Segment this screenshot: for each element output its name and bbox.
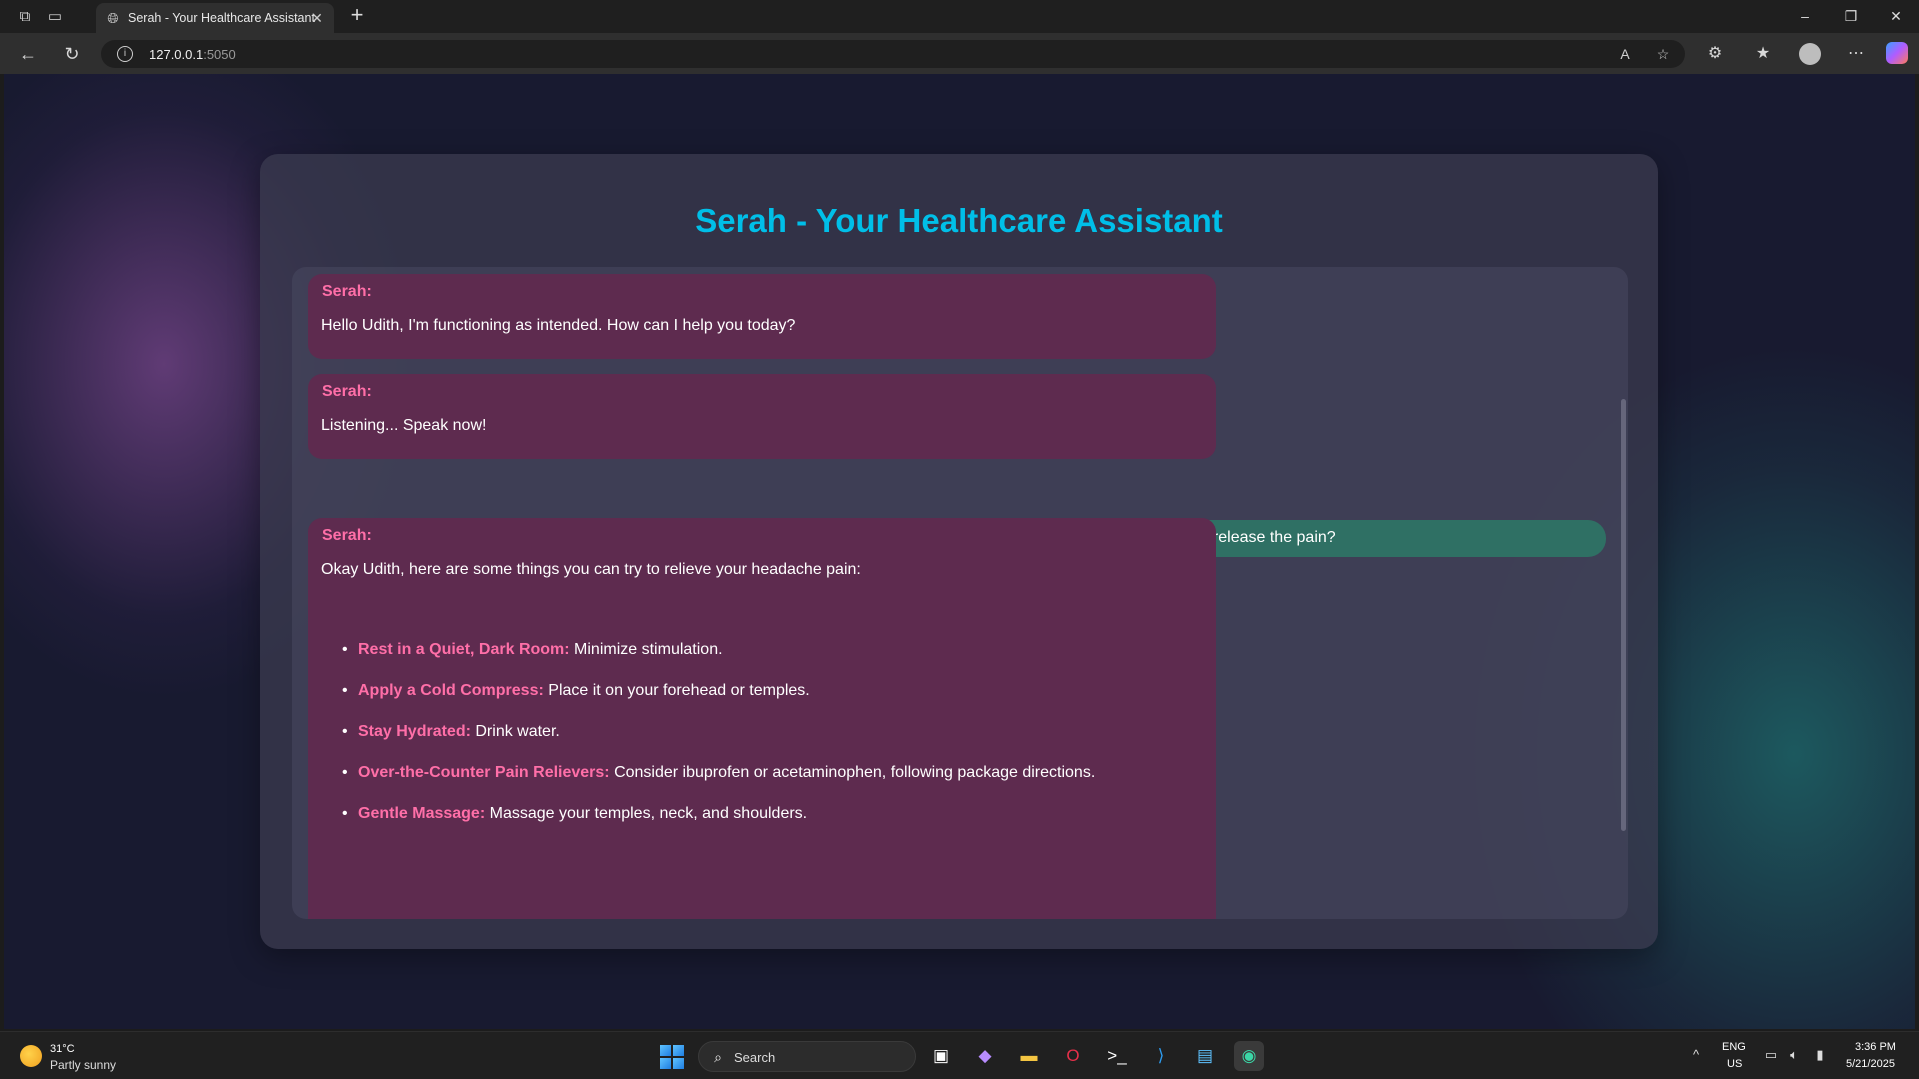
tip-body: Consider ibuprofen or acetaminophen, fol… bbox=[614, 764, 1096, 781]
browser-tab[interactable]: 🌐︎ Serah - Your Healthcare Assistant ✕ bbox=[96, 3, 334, 33]
list-item: Gentle Massage: Massage your temples, ne… bbox=[342, 805, 1095, 846]
globe-icon: 🌐︎ bbox=[107, 10, 119, 26]
profile-avatar-icon[interactable] bbox=[1799, 43, 1821, 65]
list-item: Apply a Cold Compress: Place it on your … bbox=[342, 682, 1095, 723]
extensions-icon[interactable]: ⚙ bbox=[1703, 42, 1727, 66]
assistant-card: Serah - Your Healthcare Assistant Serah:… bbox=[260, 154, 1658, 949]
search-icon: ⌕ bbox=[714, 1049, 722, 1065]
bot-sender-label: Serah: bbox=[322, 283, 372, 300]
minimize-icon[interactable]: – bbox=[1787, 4, 1823, 28]
page-viewport: Serah - Your Healthcare Assistant Serah:… bbox=[4, 74, 1915, 1029]
favorites-icon[interactable]: ★ bbox=[1751, 42, 1775, 66]
language-indicator[interactable]: ENG bbox=[1722, 1041, 1746, 1053]
network-icon[interactable]: ▭ bbox=[1762, 1046, 1780, 1064]
bot-message: Serah: Listening... Speak now! bbox=[308, 374, 1216, 459]
opera-icon[interactable]: O bbox=[1058, 1041, 1088, 1071]
volume-icon[interactable]: 🔈︎ bbox=[1785, 1046, 1803, 1064]
list-item: Stay Hydrated: Drink water. bbox=[342, 723, 1095, 764]
taskbar-search[interactable]: ⌕ Search bbox=[698, 1041, 916, 1072]
tip-body: Minimize stimulation. bbox=[574, 641, 723, 658]
tip-body: Massage your temples, neck, and shoulder… bbox=[489, 805, 808, 822]
browser-toolbar: ← ↻ i 127.0.0.1:5050 A ☆ ⚙ ★ ⋯ bbox=[0, 33, 1919, 74]
bot-message-text: Hello Udith, I'm functioning as intended… bbox=[321, 317, 796, 334]
list-item: Rest in a Quiet, Dark Room: Minimize sti… bbox=[342, 641, 1095, 682]
tab-title: Serah - Your Healthcare Assistant bbox=[128, 11, 315, 25]
url-text: 127.0.0.1:5050 bbox=[149, 47, 236, 62]
vscode-icon[interactable]: ⟩ bbox=[1146, 1041, 1176, 1071]
new-tab-icon[interactable]: + bbox=[346, 4, 368, 27]
close-tab-icon[interactable]: ✕ bbox=[308, 9, 326, 27]
read-aloud-icon[interactable]: A bbox=[1615, 44, 1635, 64]
chat-scrollbar[interactable] bbox=[1621, 399, 1626, 831]
taskbar: 31°C Partly sunny ⌕ Search ▣ ◆ ▬ O >_ ⟩ … bbox=[0, 1031, 1919, 1079]
task-view-icon[interactable]: ▣ bbox=[926, 1041, 956, 1071]
weather-description[interactable]: Partly sunny bbox=[50, 1058, 116, 1072]
clock-date[interactable]: 5/21/2025 bbox=[1846, 1058, 1895, 1070]
tip-title: Over-the-Counter Pain Relievers: bbox=[358, 764, 610, 781]
workspaces-icon[interactable]: ⧉ bbox=[14, 6, 36, 28]
site-info-icon[interactable]: i bbox=[117, 46, 133, 62]
tip-title: Stay Hydrated: bbox=[358, 723, 471, 740]
tip-title: Rest in a Quiet, Dark Room: bbox=[358, 641, 570, 658]
clock-time[interactable]: 3:36 PM bbox=[1855, 1041, 1896, 1053]
region-indicator[interactable]: US bbox=[1727, 1058, 1742, 1070]
windows-start-icon[interactable] bbox=[660, 1045, 684, 1069]
favorite-star-icon[interactable]: ☆ bbox=[1653, 44, 1673, 64]
url-port: :5050 bbox=[203, 47, 236, 62]
search-label: Search bbox=[734, 1050, 776, 1065]
tip-body: Drink water. bbox=[475, 723, 560, 740]
notepad-icon[interactable]: ▤ bbox=[1190, 1041, 1220, 1071]
weather-sun-icon[interactable] bbox=[20, 1045, 42, 1067]
bot-message: Serah: Hello Udith, I'm functioning as i… bbox=[308, 274, 1216, 359]
page-title: Serah - Your Healthcare Assistant bbox=[695, 202, 1223, 239]
terminal-icon[interactable]: >_ bbox=[1102, 1041, 1132, 1071]
file-explorer-icon[interactable]: ▬ bbox=[1014, 1041, 1044, 1071]
show-hidden-icons-icon[interactable]: ^ bbox=[1687, 1046, 1705, 1064]
tip-title: Apply a Cold Compress: bbox=[358, 682, 544, 699]
refresh-icon[interactable]: ↻ bbox=[60, 42, 84, 66]
tip-body: Place it on your forehead or temples. bbox=[548, 682, 810, 699]
bot-message-text: Listening... Speak now! bbox=[321, 417, 487, 434]
more-options-icon[interactable]: ⋯ bbox=[1844, 42, 1868, 66]
chat-window[interactable]: Serah: Hello Udith, I'm functioning as i… bbox=[292, 267, 1628, 919]
copilot-app-icon[interactable]: ◆ bbox=[970, 1041, 1000, 1071]
list-item: Over-the-Counter Pain Relievers: Conside… bbox=[342, 764, 1095, 805]
edge-icon[interactable]: ◉ bbox=[1234, 1041, 1264, 1071]
bot-message: Serah: Okay Udith, here are some things … bbox=[308, 518, 1216, 919]
tab-actions-icon[interactable]: ▭ bbox=[44, 6, 66, 28]
close-window-icon[interactable]: ✕ bbox=[1878, 4, 1914, 28]
copilot-icon[interactable] bbox=[1886, 42, 1908, 64]
bot-sender-label: Serah: bbox=[322, 383, 372, 400]
back-icon[interactable]: ← bbox=[16, 42, 40, 66]
bot-message-text: Okay Udith, here are some things you can… bbox=[321, 561, 861, 578]
tip-title: Gentle Massage: bbox=[358, 805, 486, 822]
browser-tab-bar: ⧉ ▭ 🌐︎ Serah - Your Healthcare Assistant… bbox=[0, 0, 1919, 33]
weather-temperature[interactable]: 31°C bbox=[50, 1043, 75, 1055]
address-bar[interactable]: i 127.0.0.1:5050 A ☆ bbox=[101, 40, 1685, 68]
url-host: 127.0.0.1 bbox=[149, 47, 204, 62]
battery-icon[interactable]: ▮ bbox=[1811, 1046, 1829, 1064]
headache-tips-list: Rest in a Quiet, Dark Room: Minimize sti… bbox=[342, 641, 1095, 846]
restore-icon[interactable]: ❐ bbox=[1833, 4, 1869, 28]
bot-sender-label: Serah: bbox=[322, 527, 372, 544]
